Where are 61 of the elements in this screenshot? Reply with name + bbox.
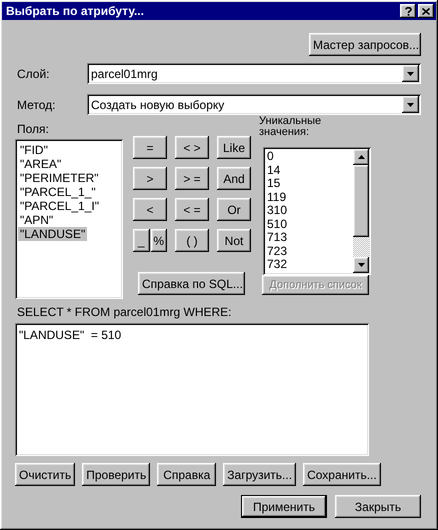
value-item[interactable]: 713 [267,231,288,244]
scroll-up-button[interactable] [353,149,369,165]
operator-button[interactable]: And [217,167,251,190]
field-item[interactable]: "FID" [18,143,50,157]
operator-button[interactable]: < [133,198,167,221]
value-item[interactable]: 510 [267,218,288,231]
field-item[interactable]: "PERIMETER" [18,171,101,185]
value-item[interactable]: 310 [267,204,288,218]
query-text-area[interactable]: "LANDUSE" = 510 [15,323,369,456]
sql-label: SELECT * FROM parcel01mrg WHERE: [16,305,232,319]
action-button[interactable]: Загрузить... [223,463,296,486]
scrollbar[interactable] [353,149,369,272]
operator-button[interactable]: > [133,167,167,190]
action-button[interactable]: Справка [157,463,216,486]
operator-button[interactable]: _ [133,229,150,252]
help-button[interactable] [400,4,416,18]
caret-icon [407,72,414,76]
operator-button[interactable]: % [150,229,167,252]
dialog-button[interactable]: Закрыть [335,495,421,518]
operator-button[interactable]: < = [175,198,209,221]
operator-button[interactable]: < > [175,136,209,159]
operator-button[interactable]: ( ) [175,229,209,252]
close-icon [422,8,430,14]
down-arrow-icon [358,262,364,266]
value-item[interactable]: 14 [267,164,280,177]
action-button[interactable]: Очистить [15,463,76,486]
value-item[interactable]: 15 [267,177,280,190]
action-button[interactable]: Сохранить... [303,463,381,486]
method-dropdown[interactable]: Создать новую выборку [87,94,421,115]
value-item[interactable]: 732 [267,258,288,272]
field-item[interactable]: "LANDUSE" [18,227,88,241]
unique-values-label: Уникальные значения: [259,116,322,138]
value-item[interactable]: 723 [267,244,288,258]
query-wizard-button[interactable]: Мастер запросов... [309,33,421,56]
up-arrow-icon [358,155,364,159]
value-item[interactable]: 119 [267,190,286,204]
field-item[interactable]: "PARCEL_1_" [18,185,98,199]
operator-button[interactable]: Like [217,136,251,159]
close-button[interactable] [418,4,434,18]
operator-button[interactable]: > = [175,167,209,190]
dialog-button[interactable]: Применить [241,495,327,518]
operator-button[interactable]: = [133,136,167,159]
window-title: Выбрать по атрибуту... [6,4,145,18]
sql-help-button[interactable]: Справка по SQL... [138,272,245,295]
value-item[interactable]: 0 [267,150,274,164]
dropdown-button[interactable] [402,65,419,82]
scroll-down-button[interactable] [353,256,369,272]
dropdown-button[interactable] [402,96,419,113]
fields-label: Поля: [16,122,50,136]
field-item[interactable]: "PARCEL_1_I" [18,199,102,213]
scroll-thumb[interactable] [353,165,369,237]
layer-label: Слой: [16,66,51,80]
layer-dropdown[interactable]: parcel01mrg [87,63,421,84]
question-mark-icon [404,6,412,16]
operator-button[interactable]: Not [217,229,251,252]
caret-icon [407,102,414,106]
method-label: Метод: [16,98,57,112]
field-item[interactable]: "APN" [18,213,56,227]
field-item[interactable]: "AREA" [18,157,64,171]
action-button[interactable]: Проверить [82,463,150,486]
operator-button[interactable]: Or [217,198,251,221]
